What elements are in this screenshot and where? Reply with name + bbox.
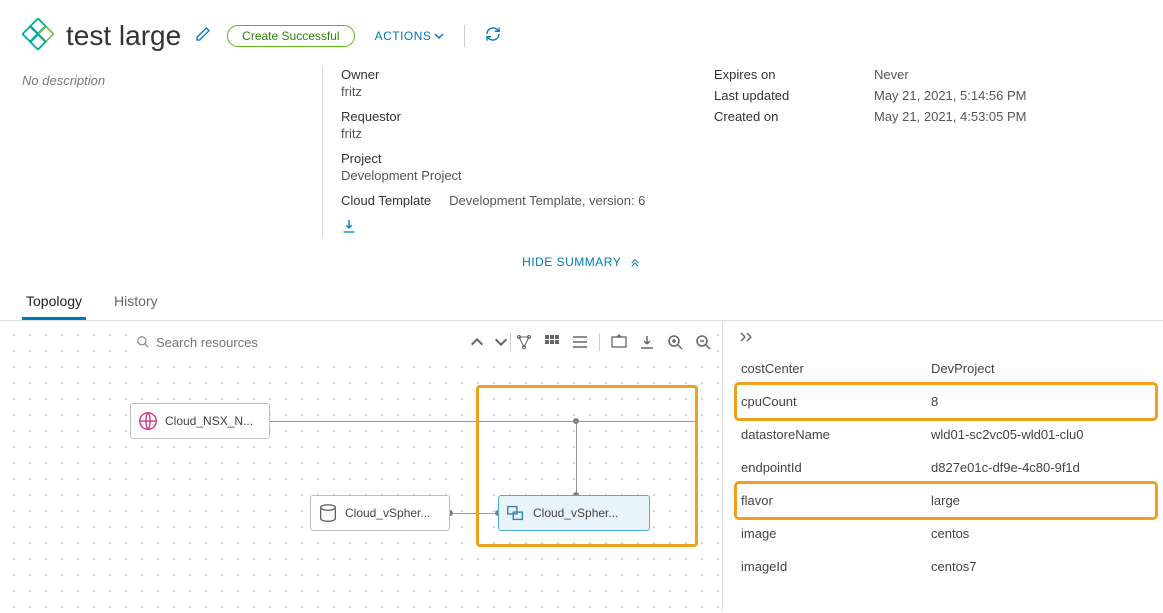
- network-icon: [137, 410, 159, 432]
- expires-label: Expires on: [714, 67, 874, 82]
- node-label: Cloud_vSpher...: [533, 506, 618, 520]
- actions-dropdown[interactable]: ACTIONS: [375, 29, 445, 43]
- property-key: endpointId: [741, 460, 931, 475]
- requestor-value: fritz: [341, 126, 714, 141]
- property-row[interactable]: cpuCount8: [737, 385, 1155, 418]
- property-key: image: [741, 526, 931, 541]
- property-value: DevProject: [931, 361, 1151, 376]
- expires-value: Never: [874, 67, 1141, 82]
- search-icon: [136, 335, 150, 349]
- tab-topology[interactable]: Topology: [22, 283, 86, 320]
- connector: [576, 421, 577, 495]
- view-list-icon[interactable]: [571, 333, 589, 351]
- vm-icon: [505, 502, 527, 524]
- property-row[interactable]: datastoreNamewld01-sc2vc05-wld01-clu0: [737, 418, 1155, 451]
- connector: [450, 513, 498, 514]
- node-disk[interactable]: Cloud_vSpher...: [310, 495, 450, 531]
- view-grid-icon[interactable]: [543, 333, 561, 351]
- description-text: No description: [22, 67, 322, 237]
- property-key: flavor: [741, 493, 931, 508]
- search-input[interactable]: [156, 335, 326, 350]
- hide-summary-toggle[interactable]: HIDE SUMMARY: [0, 247, 1163, 283]
- tab-history[interactable]: History: [110, 283, 162, 320]
- status-badge: Create Successful: [227, 25, 354, 47]
- connector: [270, 421, 698, 422]
- edit-icon[interactable]: [195, 26, 211, 45]
- property-value: centos: [931, 526, 1151, 541]
- property-key: costCenter: [741, 361, 931, 376]
- property-row[interactable]: costCenterDevProject: [737, 352, 1155, 385]
- property-row[interactable]: imagecentos: [737, 517, 1155, 550]
- disk-icon: [317, 502, 339, 524]
- project-label: Project: [341, 151, 714, 166]
- updated-value: May 21, 2021, 5:14:56 PM: [874, 88, 1141, 103]
- owner-label: Owner: [341, 67, 714, 82]
- property-value: wld01-sc2vc05-wld01-clu0: [931, 427, 1151, 442]
- download-icon[interactable]: [341, 218, 357, 237]
- property-row[interactable]: flavorlarge: [737, 484, 1155, 517]
- zoom-in-icon[interactable]: [666, 333, 684, 351]
- view-graph-icon[interactable]: [515, 333, 533, 351]
- node-label: Cloud_vSpher...: [345, 506, 430, 520]
- page-title: test large: [66, 20, 181, 52]
- property-value: large: [931, 493, 1151, 508]
- property-value: d827e01c-df9e-4c80-9f1d: [931, 460, 1151, 475]
- collapse-pane-icon[interactable]: [737, 331, 753, 346]
- property-key: imageId: [741, 559, 931, 574]
- search-prev-icon[interactable]: [468, 333, 486, 351]
- property-row[interactable]: endpointIdd827e01c-df9e-4c80-9f1d: [737, 451, 1155, 484]
- updated-label: Last updated: [714, 88, 874, 103]
- download-canvas-icon[interactable]: [638, 333, 656, 351]
- requestor-label: Requestor: [341, 109, 714, 124]
- created-value: May 21, 2021, 4:53:05 PM: [874, 109, 1141, 124]
- node-network[interactable]: Cloud_NSX_N...: [130, 403, 270, 439]
- property-key: datastoreName: [741, 427, 931, 442]
- fit-icon[interactable]: [610, 333, 628, 351]
- zoom-out-icon[interactable]: [694, 333, 712, 351]
- app-logo-icon: [22, 18, 54, 53]
- refresh-icon[interactable]: [485, 26, 501, 45]
- cloud-template-value: Development Template, version: 6: [449, 193, 645, 210]
- topology-canvas[interactable]: Cloud_NSX_N... Cloud_vSpher... Cloud_vSp…: [0, 321, 722, 611]
- cloud-template-label: Cloud Template: [341, 193, 431, 208]
- property-key: cpuCount: [741, 394, 931, 409]
- owner-value: fritz: [341, 84, 714, 99]
- property-row[interactable]: imageIdcentos7: [737, 550, 1155, 583]
- search-next-icon[interactable]: [492, 333, 510, 351]
- node-label: Cloud_NSX_N...: [165, 414, 253, 428]
- property-value: 8: [931, 394, 1151, 409]
- project-value: Development Project: [341, 168, 714, 183]
- property-value: centos7: [931, 559, 1151, 574]
- node-vm[interactable]: Cloud_vSpher...: [498, 495, 650, 531]
- divider: [464, 25, 465, 47]
- created-label: Created on: [714, 109, 874, 124]
- details-pane: costCenterDevProjectcpuCount8datastoreNa…: [722, 321, 1163, 611]
- connector-dot: [573, 418, 579, 424]
